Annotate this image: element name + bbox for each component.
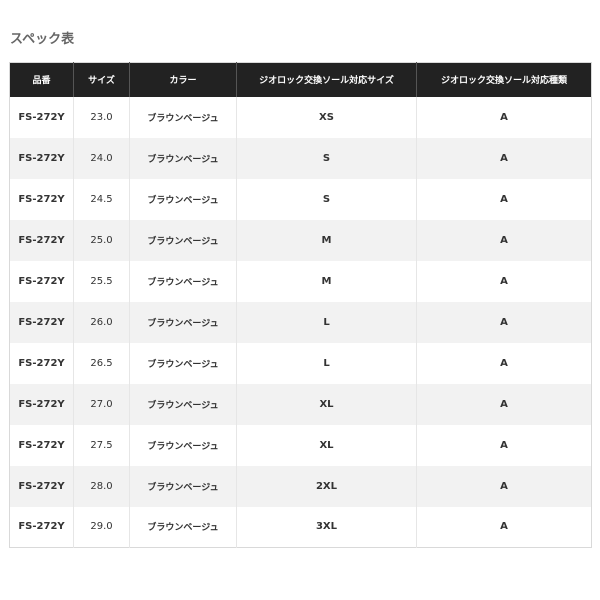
table-row: FS-272Y 26.5 ブラウンベージュ L A <box>9 342 592 384</box>
cell-color: ブラウンベージュ <box>129 424 237 466</box>
cell-color: ブラウンベージュ <box>129 178 237 220</box>
table-row: FS-272Y 29.0 ブラウンベージュ 3XL A <box>9 506 592 548</box>
cell-color: ブラウンベージュ <box>129 137 237 179</box>
cell-size: 27.5 <box>73 424 130 466</box>
cell-sole-type: A <box>416 424 592 466</box>
cell-size: 28.0 <box>73 465 130 507</box>
table-row: FS-272Y 27.0 ブラウンベージュ XL A <box>9 383 592 425</box>
header-sole-type: ジオロック交換ソール対応種類 <box>416 62 592 97</box>
cell-sole-size: XL <box>236 424 417 466</box>
table-header: 品番 サイズ カラー ジオロック交換ソール対応サイズ ジオロック交換ソール対応種… <box>9 62 592 97</box>
header-size: サイズ <box>73 62 130 97</box>
cell-sole-type: A <box>416 96 592 138</box>
cell-sole-type: A <box>416 383 592 425</box>
cell-color: ブラウンベージュ <box>129 383 237 425</box>
table-row: FS-272Y 28.0 ブラウンベージュ 2XL A <box>9 465 592 507</box>
table-row: FS-272Y 25.0 ブラウンベージュ M A <box>9 219 592 261</box>
cell-sole-type: A <box>416 342 592 384</box>
cell-product-code: FS-272Y <box>9 96 74 138</box>
cell-color: ブラウンベージュ <box>129 342 237 384</box>
cell-sole-size: S <box>236 137 417 179</box>
cell-sole-type: A <box>416 301 592 343</box>
spec-table: 品番 サイズ カラー ジオロック交換ソール対応サイズ ジオロック交換ソール対応種… <box>9 62 592 548</box>
cell-size: 26.0 <box>73 301 130 343</box>
cell-product-code: FS-272Y <box>9 342 74 384</box>
section-title: スペック表 <box>10 32 75 47</box>
cell-product-code: FS-272Y <box>9 465 74 507</box>
table-row: FS-272Y 23.0 ブラウンベージュ XS A <box>9 96 592 138</box>
header-row: 品番 サイズ カラー ジオロック交換ソール対応サイズ ジオロック交換ソール対応種… <box>9 62 592 97</box>
cell-size: 27.0 <box>73 383 130 425</box>
cell-size: 24.5 <box>73 178 130 220</box>
cell-sole-size: S <box>236 178 417 220</box>
cell-color: ブラウンベージュ <box>129 260 237 302</box>
cell-sole-size: XS <box>236 96 417 138</box>
cell-sole-size: M <box>236 219 417 261</box>
table-row: FS-272Y 24.5 ブラウンベージュ S A <box>9 178 592 220</box>
cell-product-code: FS-272Y <box>9 219 74 261</box>
cell-product-code: FS-272Y <box>9 301 74 343</box>
cell-size: 25.5 <box>73 260 130 302</box>
spec-page: スペック表 品番 サイズ カラー ジオロック交換ソール対応サイズ ジオロック交換… <box>0 0 600 600</box>
cell-product-code: FS-272Y <box>9 383 74 425</box>
cell-color: ブラウンベージュ <box>129 301 237 343</box>
cell-sole-type: A <box>416 260 592 302</box>
table-row: FS-272Y 24.0 ブラウンベージュ S A <box>9 137 592 179</box>
cell-color: ブラウンベージュ <box>129 96 237 138</box>
cell-size: 23.0 <box>73 96 130 138</box>
cell-product-code: FS-272Y <box>9 260 74 302</box>
cell-product-code: FS-272Y <box>9 178 74 220</box>
cell-sole-size: L <box>236 301 417 343</box>
cell-sole-size: 3XL <box>236 506 417 548</box>
cell-sole-type: A <box>416 506 592 548</box>
header-color: カラー <box>129 62 237 97</box>
cell-product-code: FS-272Y <box>9 137 74 179</box>
cell-size: 24.0 <box>73 137 130 179</box>
cell-product-code: FS-272Y <box>9 506 74 548</box>
cell-product-code: FS-272Y <box>9 424 74 466</box>
cell-color: ブラウンベージュ <box>129 219 237 261</box>
cell-sole-size: M <box>236 260 417 302</box>
cell-size: 29.0 <box>73 506 130 548</box>
table-row: FS-272Y 27.5 ブラウンベージュ XL A <box>9 424 592 466</box>
cell-color: ブラウンベージュ <box>129 506 237 548</box>
cell-sole-size: L <box>236 342 417 384</box>
header-sole-size: ジオロック交換ソール対応サイズ <box>236 62 417 97</box>
cell-color: ブラウンベージュ <box>129 465 237 507</box>
cell-sole-size: 2XL <box>236 465 417 507</box>
cell-sole-type: A <box>416 137 592 179</box>
table-row: FS-272Y 26.0 ブラウンベージュ L A <box>9 301 592 343</box>
cell-sole-type: A <box>416 465 592 507</box>
cell-size: 26.5 <box>73 342 130 384</box>
header-product-code: 品番 <box>9 62 74 97</box>
cell-sole-type: A <box>416 219 592 261</box>
cell-sole-size: XL <box>236 383 417 425</box>
table-row: FS-272Y 25.5 ブラウンベージュ M A <box>9 260 592 302</box>
table-body: FS-272Y 23.0 ブラウンベージュ XS A FS-272Y 24.0 ブラウンベージ… <box>9 96 592 548</box>
cell-size: 25.0 <box>73 219 130 261</box>
cell-sole-type: A <box>416 178 592 220</box>
